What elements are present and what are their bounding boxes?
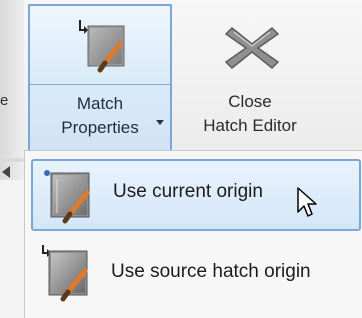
match-properties-dropdown-menu: Use current origin Use source hatch orig… — [24, 150, 362, 318]
close-x-icon — [224, 24, 280, 77]
close-hatch-editor-label-line1: Close — [228, 92, 272, 111]
close-hatch-editor-button[interactable]: Close Hatch Editor — [180, 4, 320, 154]
mouse-pointer-icon — [296, 186, 320, 225]
close-hatch-editor-label: Close Hatch Editor — [180, 90, 320, 138]
left-edge-label: e — [0, 92, 9, 109]
match-properties-icon-area[interactable] — [30, 6, 170, 85]
use-source-hatch-origin-label: Use source hatch origin — [111, 261, 311, 282]
match-properties-icon — [74, 18, 130, 79]
menu-item-use-source-hatch-origin[interactable]: Use source hatch origin — [31, 239, 361, 311]
use-source-hatch-origin-icon — [39, 243, 99, 308]
use-current-origin-label: Use current origin — [113, 181, 263, 202]
use-current-origin-icon — [41, 165, 101, 230]
expand-arrow-icon[interactable] — [2, 166, 10, 178]
match-properties-label-line1: Match — [76, 94, 124, 113]
match-properties-label[interactable]: Match Properties — [30, 92, 170, 140]
match-properties-button[interactable]: Match Properties — [28, 4, 172, 154]
close-hatch-editor-label-line2: Hatch Editor — [203, 116, 297, 135]
left-panel-edge: e — [0, 0, 24, 180]
match-properties-label-line2: Properties — [61, 118, 139, 137]
chevron-down-icon[interactable] — [156, 120, 164, 125]
